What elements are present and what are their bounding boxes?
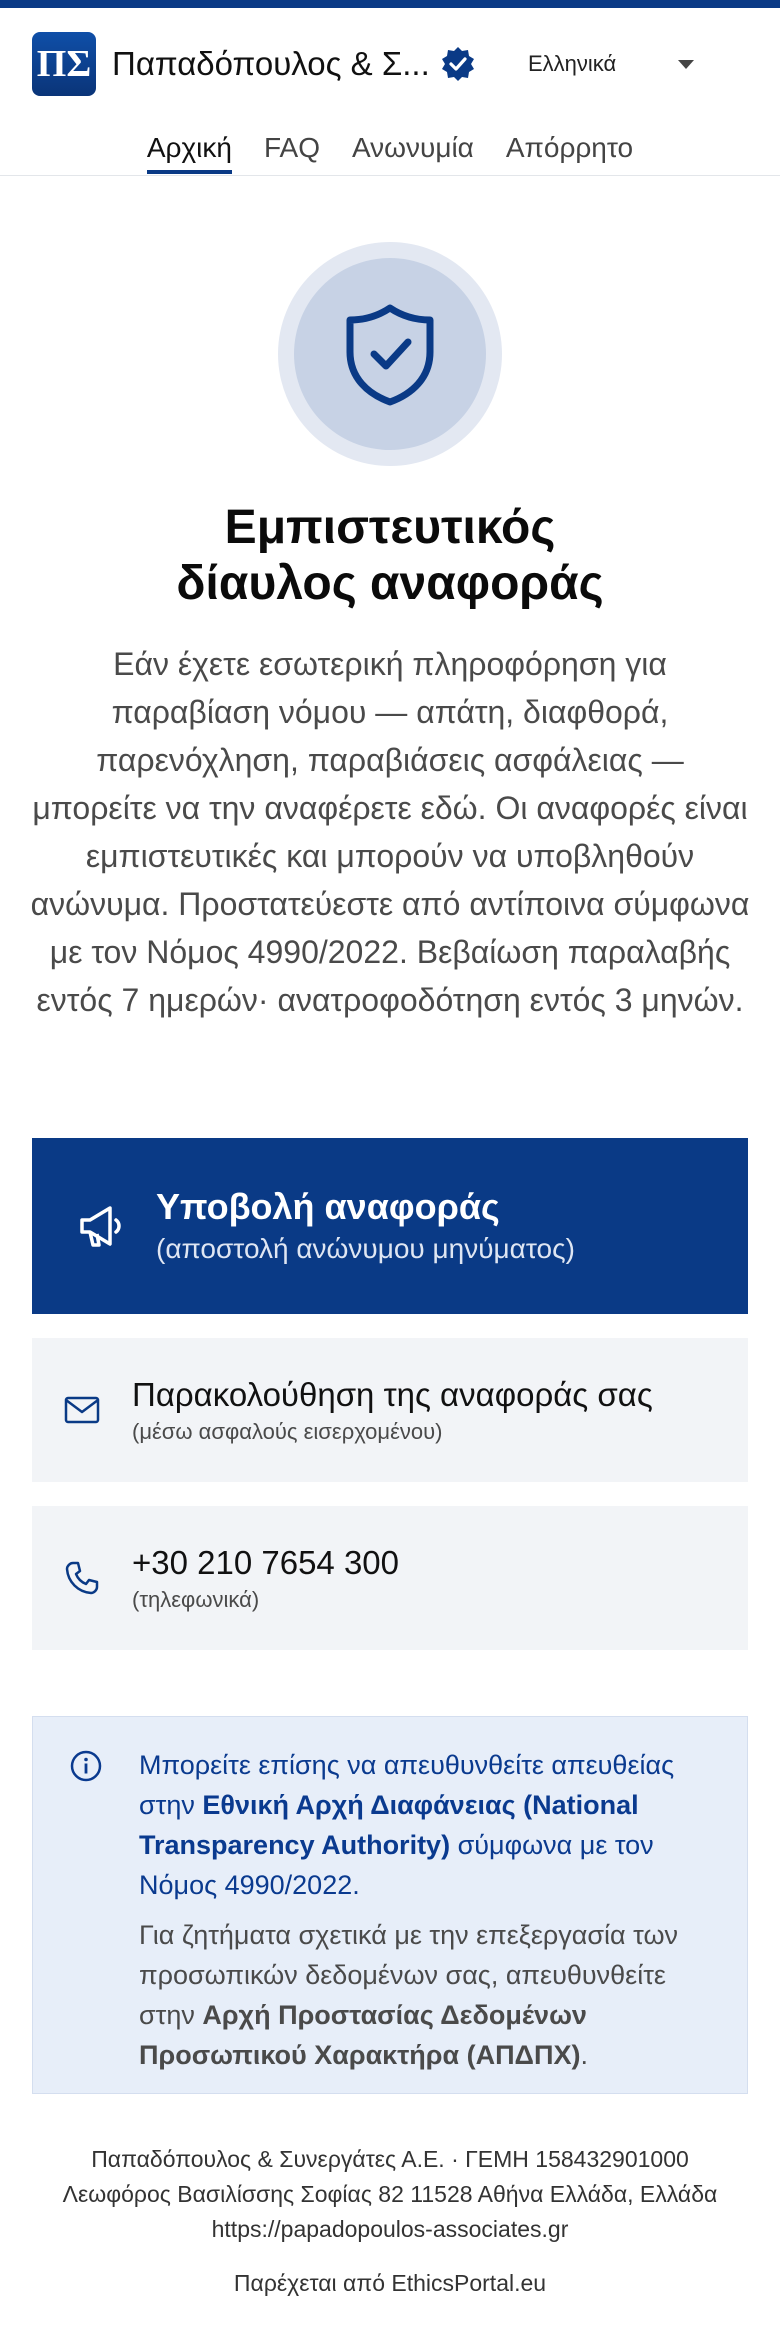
page-title-line2: δίαυλος αναφοράς (176, 557, 604, 610)
submit-report-title: Υποβολή αναφοράς (156, 1186, 500, 1227)
language-select[interactable]: Ελληνικά (528, 51, 678, 77)
page-title: Εμπιστευτικός δίαυλος αναφοράς (0, 500, 780, 612)
data-protection-text: Για ζητήματα σχετικά με την επεξεργασία … (139, 1915, 715, 2075)
nav-item-faq[interactable]: FAQ (264, 132, 320, 170)
info-icon (70, 1750, 102, 1782)
footer-website-link[interactable]: https://papadopoulos-associates.gr (0, 2212, 780, 2247)
info-box: Μπορείτε επίσης να απευθυνθείτε απευθεία… (32, 1716, 748, 2094)
megaphone-icon (80, 1206, 121, 1247)
main-nav: Αρχική FAQ Ανωνυμία Απόρρητο (0, 120, 780, 176)
intro-text: Εάν έχετε εσωτερική πληροφόρηση για παρα… (30, 646, 750, 1018)
company-logo[interactable]: ΠΣ (32, 32, 96, 96)
track-report-subtitle: (μέσω ασφαλούς εισερχομένου) (132, 1419, 443, 1444)
info-p2-post: . (580, 2040, 588, 2070)
submit-report-button[interactable]: Υποβολή αναφοράς (αποστολή ανώνυμου μηνύ… (32, 1138, 748, 1314)
page-title-line1: Εμπιστευτικός (224, 501, 556, 554)
data-protection-authority-link[interactable]: Αρχή Προστασίας Δεδομένων Προσωπικού Χαρ… (139, 2000, 587, 2070)
phone-subtitle: (τηλεφωνικά) (132, 1587, 260, 1612)
verified-badge-icon (442, 47, 474, 81)
footer-company-line: Παπαδόπουλος & Συνεργάτες Α.Ε. · ΓΕΜΗ 15… (91, 2146, 689, 2172)
powered-by[interactable]: Παρέχεται από EthicsPortal.eu (0, 2270, 780, 2297)
chevron-down-icon[interactable] (678, 59, 694, 69)
shield-hero (278, 242, 502, 466)
top-accent-bar (0, 0, 780, 8)
nav-item-privacy[interactable]: Απόρρητο (506, 132, 633, 170)
nav-item-anonymity[interactable]: Ανωνυμία (352, 132, 474, 170)
footer-address-line: Λεωφόρος Βασιλίσσης Σοφίας 82 11528 Αθήν… (62, 2181, 718, 2207)
phone-number: +30 210 7654 300 (132, 1544, 400, 1581)
shield-check-icon (346, 304, 434, 406)
footer: Παπαδόπουλος & Συνεργάτες Α.Ε. · ΓΕΜΗ 15… (0, 2142, 780, 2247)
site-header: ΠΣ Παπαδόπουλος & Σ... Ελληνικά (0, 8, 780, 120)
company-name: Παπαδόπουλος & Σ... (112, 45, 430, 82)
phone-icon (65, 1561, 99, 1595)
track-report-button[interactable]: Παρακολούθηση της αναφοράς σας (μέσω ασφ… (32, 1338, 748, 1482)
track-report-title: Παρακολούθηση της αναφοράς σας (132, 1376, 653, 1413)
nav-item-home[interactable]: Αρχική (146, 132, 232, 174)
phone-report-button[interactable]: +30 210 7654 300 (τηλεφωνικά) (32, 1506, 748, 1650)
mail-icon (64, 1396, 100, 1424)
submit-report-subtitle: (αποστολή ανώνυμου μηνύματος) (156, 1233, 575, 1264)
external-authority-text: Μπορείτε επίσης να απευθυνθείτε απευθεία… (139, 1745, 715, 1905)
